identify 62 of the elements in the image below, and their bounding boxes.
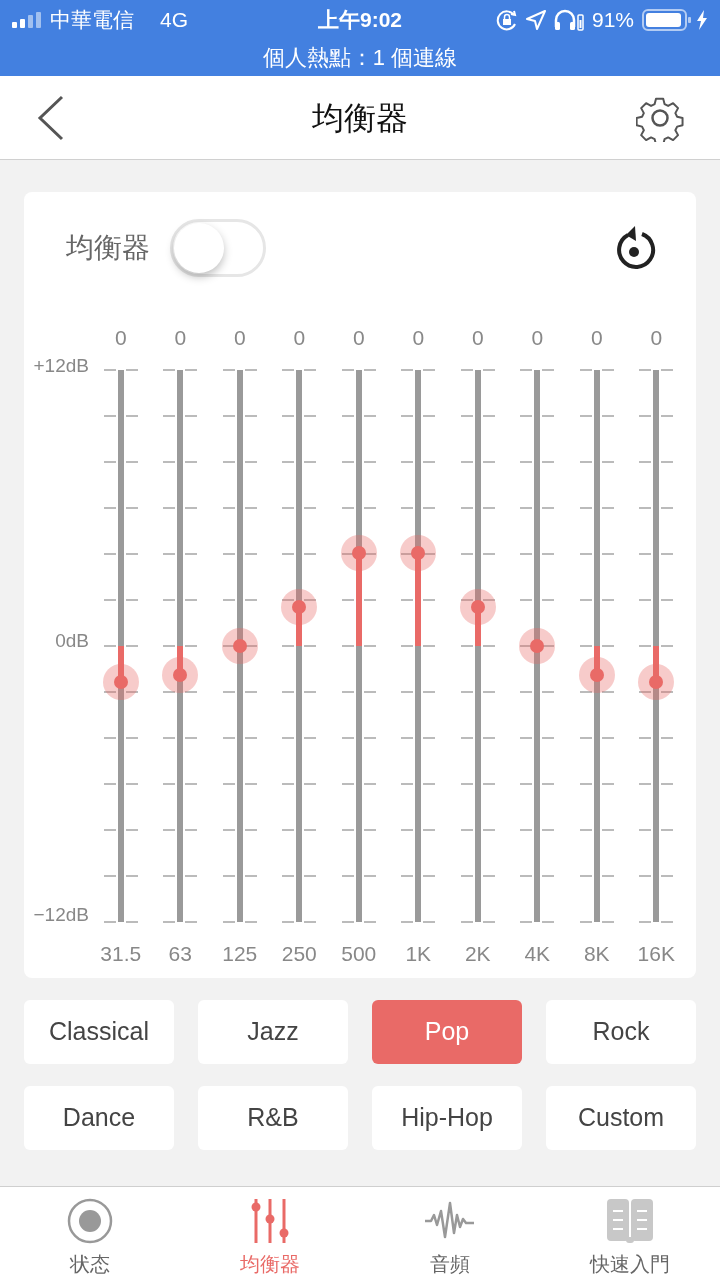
band-value: 0 — [174, 326, 187, 350]
preset-button[interactable]: Classical — [24, 1000, 174, 1064]
slider-thumb[interactable] — [638, 663, 675, 700]
network-text: 4G — [160, 7, 188, 34]
band-value: 0 — [233, 326, 246, 350]
band-value: 0 — [114, 326, 127, 350]
record-icon — [66, 1197, 114, 1245]
slider-thumb[interactable] — [102, 663, 139, 700]
band-value: 0 — [352, 326, 365, 350]
band-value: 0 — [412, 326, 425, 350]
frequency-label: 2K — [464, 942, 491, 966]
preset-button[interactable]: Hip-Hop — [372, 1086, 522, 1150]
preset-button[interactable]: Custom — [546, 1086, 696, 1150]
preset-button[interactable]: Dance — [24, 1086, 174, 1150]
band-value: 0 — [531, 326, 544, 350]
slider-thumb[interactable] — [400, 535, 437, 572]
band-value: 0 — [650, 326, 663, 350]
preset-button[interactable]: Jazz — [198, 1000, 348, 1064]
battery-icon — [642, 9, 692, 31]
frequency-label: 125 — [222, 942, 258, 966]
carrier-text: 中華電信 — [50, 7, 134, 34]
scale-label: −12dB — [33, 905, 89, 925]
frequency-label: 8K — [583, 942, 610, 966]
tab-button[interactable]: 状态 — [0, 1187, 180, 1281]
frequency-label: 4K — [524, 942, 551, 966]
slider-thumb[interactable] — [221, 628, 258, 664]
frequency-label: 500 — [341, 942, 377, 966]
slider-thumb[interactable] — [578, 657, 615, 694]
page-title: 均衡器 — [312, 98, 408, 138]
rotation-lock-icon — [495, 9, 518, 31]
slider-thumb[interactable] — [162, 657, 199, 694]
slider-thumb[interactable] — [281, 588, 318, 625]
tab-button[interactable]: 快速入門 — [540, 1187, 720, 1281]
scale-label: +12dB — [33, 356, 89, 376]
slider-thumb[interactable] — [519, 628, 556, 664]
book-icon — [606, 1197, 654, 1245]
hotspot-text: 個人熱點：1 個連線 — [262, 47, 458, 69]
sliders-icon — [250, 1197, 290, 1245]
toggle-label: 均衡器 — [66, 231, 150, 265]
band-value: 0 — [590, 326, 603, 350]
charging-bolt-icon — [696, 10, 708, 30]
tab-button[interactable]: 音頻 — [360, 1187, 540, 1281]
slider-thumb[interactable] — [459, 588, 496, 625]
band-value: 0 — [471, 326, 484, 350]
waveform-icon — [424, 1201, 476, 1241]
band-value: 0 — [293, 326, 306, 350]
frequency-label: 250 — [281, 942, 317, 966]
signal-icon — [12, 12, 42, 28]
scale-label: 0dB — [55, 631, 89, 651]
battery-percent: 91% — [591, 7, 634, 34]
frequency-label: 63 — [168, 942, 192, 966]
frequency-label: 16K — [637, 942, 675, 966]
back-icon[interactable] — [36, 94, 66, 141]
equalizer-switch[interactable] — [170, 219, 266, 277]
location-arrow-icon — [525, 10, 546, 30]
frequency-label: 1K — [405, 942, 432, 966]
clock-text: 上午9:02 — [317, 7, 403, 34]
slider-thumb[interactable] — [340, 535, 377, 572]
preset-button[interactable]: R&B — [198, 1086, 348, 1150]
preset-button[interactable]: Rock — [546, 1000, 696, 1064]
headphones-icon — [553, 9, 584, 31]
frequency-label: 31.5 — [100, 942, 142, 966]
